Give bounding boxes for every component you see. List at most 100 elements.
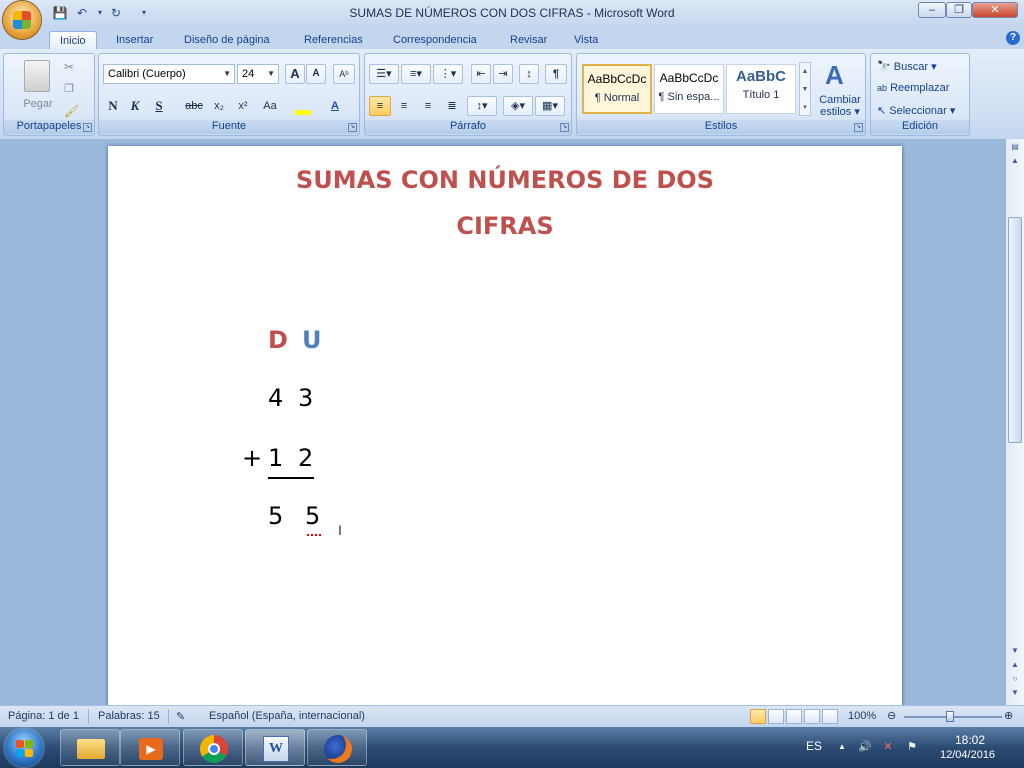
clear-format-icon[interactable]: Aᵇ	[333, 64, 355, 84]
borders-icon[interactable]: ▦▾	[535, 96, 565, 116]
styles-scroll[interactable]: ▲ ▼ ▾	[799, 62, 811, 116]
line-spacing-icon[interactable]: ↕▾	[467, 96, 497, 116]
change-styles-button[interactable]: Cambiar estilos ▾	[815, 94, 865, 118]
volume-icon[interactable]: 🔊	[858, 741, 872, 753]
zoom-in-icon[interactable]: ⊕	[1004, 709, 1013, 722]
align-center-icon[interactable]: ≡	[393, 96, 415, 116]
language-indicator[interactable]: ES	[806, 739, 822, 753]
draft-view-icon[interactable]	[822, 709, 838, 724]
underline-button[interactable]: S	[149, 96, 169, 116]
ribbon-tabs: Inicio Insertar Diseño de página Referen…	[0, 28, 1024, 50]
align-left-icon[interactable]: ≡	[369, 96, 391, 116]
replace-button[interactable]: ab Reemplazar	[877, 82, 949, 94]
clipboard-group-label: Portapapeles	[4, 120, 94, 134]
numbering-icon[interactable]: ≡▾	[401, 64, 431, 84]
cut-icon[interactable]: ✂	[64, 60, 74, 74]
tab-diseno-de-pagina[interactable]: Diseño de página	[184, 31, 270, 50]
change-styles-line2: estilos	[820, 106, 852, 118]
show-hidden-icons-icon[interactable]: ▲	[836, 741, 848, 753]
show-marks-icon[interactable]: ¶	[545, 64, 567, 84]
tab-correspondencia[interactable]: Correspondencia	[393, 31, 477, 50]
zoom-level[interactable]: 100%	[848, 710, 876, 722]
scroll-thumb[interactable]	[1008, 217, 1022, 443]
taskbar-chrome[interactable]	[183, 729, 243, 766]
proofing-icon[interactable]: ✎	[176, 710, 185, 723]
taskbar-word[interactable]: W	[245, 729, 305, 766]
help-icon[interactable]: ?	[1006, 31, 1020, 45]
print-layout-icon[interactable]	[750, 709, 766, 724]
decrease-indent-icon[interactable]: ⇤	[471, 64, 491, 84]
full-screen-reading-icon[interactable]	[768, 709, 784, 724]
justify-icon[interactable]: ≣	[441, 96, 463, 116]
action-center-icon[interactable]: ⚑	[906, 741, 918, 753]
paragraph-launcher-icon[interactable]: ↘	[560, 123, 569, 132]
close-button[interactable]: ✕	[972, 2, 1018, 18]
language-status[interactable]: Español (España, internacional)	[209, 710, 365, 722]
copy-icon[interactable]: ❐	[64, 82, 74, 95]
clock-time[interactable]: 18:02	[955, 733, 985, 747]
ruler-toggle-icon[interactable]: ▤	[1008, 141, 1022, 153]
clock-date[interactable]: 12/04/2016	[940, 749, 995, 761]
font-name-combo[interactable]: Calibri (Cuerpo) ▼	[103, 64, 235, 84]
grow-font-button[interactable]: A	[285, 64, 305, 84]
word-count[interactable]: Palabras: 15	[98, 710, 160, 722]
superscript-button[interactable]: x²	[233, 96, 253, 116]
paste-button[interactable]: Pegar	[18, 98, 58, 110]
highlight-icon[interactable]	[289, 96, 317, 116]
taskbar-media-player[interactable]: ▶	[120, 729, 180, 766]
bold-button[interactable]: N	[103, 96, 123, 116]
tab-inicio[interactable]: Inicio	[49, 31, 97, 50]
office-button[interactable]	[3, 1, 41, 39]
taskbar-firefox[interactable]	[307, 729, 367, 766]
style-name: Título 1	[742, 89, 780, 101]
style-titulo-1[interactable]: AaBbC Título 1	[726, 64, 796, 114]
find-label: Buscar	[893, 61, 929, 73]
previous-page-icon[interactable]: ▲	[1008, 659, 1022, 671]
document-page[interactable]: SUMAS CON NÚMEROS DE DOS CIFRAS D U 4 3 …	[108, 146, 902, 705]
strikethrough-button[interactable]: abc	[181, 96, 207, 116]
tab-vista[interactable]: Vista	[574, 31, 598, 50]
page-count[interactable]: Página: 1 de 1	[8, 710, 79, 722]
select-browse-object-icon[interactable]: ○	[1008, 673, 1022, 685]
start-button[interactable]	[5, 729, 43, 767]
taskbar-file-explorer[interactable]	[60, 729, 120, 766]
minimize-button[interactable]: –	[918, 2, 946, 18]
shrink-font-button[interactable]: A	[306, 64, 326, 84]
tab-referencias[interactable]: Referencias	[304, 31, 363, 50]
network-icon[interactable]: ✕	[882, 741, 894, 753]
change-case-button[interactable]: Aa	[257, 96, 283, 116]
scroll-up-icon[interactable]: ▲	[1008, 155, 1022, 167]
font-size-combo[interactable]: 24 ▼	[237, 64, 279, 84]
format-painter-icon[interactable]: 🖌	[64, 104, 79, 118]
font-launcher-icon[interactable]: ↘	[348, 123, 357, 132]
clipboard-group: Pegar ✂ ❐ 🖌 Portapapeles ↘	[3, 53, 95, 136]
tab-insertar[interactable]: Insertar	[116, 31, 153, 50]
clipboard-launcher-icon[interactable]: ↘	[83, 123, 92, 132]
find-button[interactable]: 🔭 Buscar ▾	[877, 60, 937, 73]
styles-launcher-icon[interactable]: ↘	[854, 123, 863, 132]
font-color-icon[interactable]: A	[321, 96, 349, 116]
shading-icon[interactable]: ◈▾	[503, 96, 533, 116]
bullets-icon[interactable]: ☰▾	[369, 64, 399, 84]
increase-indent-icon[interactable]: ⇥	[493, 64, 513, 84]
zoom-slider-thumb[interactable]	[946, 711, 954, 722]
zoom-out-icon[interactable]: ⊖	[887, 709, 896, 722]
select-button[interactable]: ↖ Seleccionar ▾	[877, 104, 955, 117]
paste-icon[interactable]	[24, 60, 50, 92]
tab-revisar[interactable]: Revisar	[510, 31, 547, 50]
web-layout-icon[interactable]	[786, 709, 802, 724]
outline-view-icon[interactable]	[804, 709, 820, 724]
vertical-scrollbar[interactable]: ▤ ▲ ▼ ▲ ○ ▼	[1006, 139, 1024, 705]
document-heading-line2: CIFRAS	[456, 212, 554, 240]
style-normal[interactable]: AaBbCcDc ¶ Normal	[582, 64, 652, 114]
sort-icon[interactable]: ↕	[519, 64, 539, 84]
scroll-down-icon[interactable]: ▼	[1008, 645, 1022, 657]
change-styles-icon[interactable]: A	[825, 60, 844, 91]
align-right-icon[interactable]: ≡	[417, 96, 439, 116]
italic-button[interactable]: K	[125, 96, 145, 116]
subscript-button[interactable]: x₂	[209, 96, 229, 116]
multilevel-list-icon[interactable]: ⋮▾	[433, 64, 463, 84]
restore-button[interactable]: ❐	[946, 2, 972, 18]
next-page-icon[interactable]: ▼	[1008, 687, 1022, 699]
style-sin-espaciado[interactable]: AaBbCcDc ¶ Sin espa...	[654, 64, 724, 114]
